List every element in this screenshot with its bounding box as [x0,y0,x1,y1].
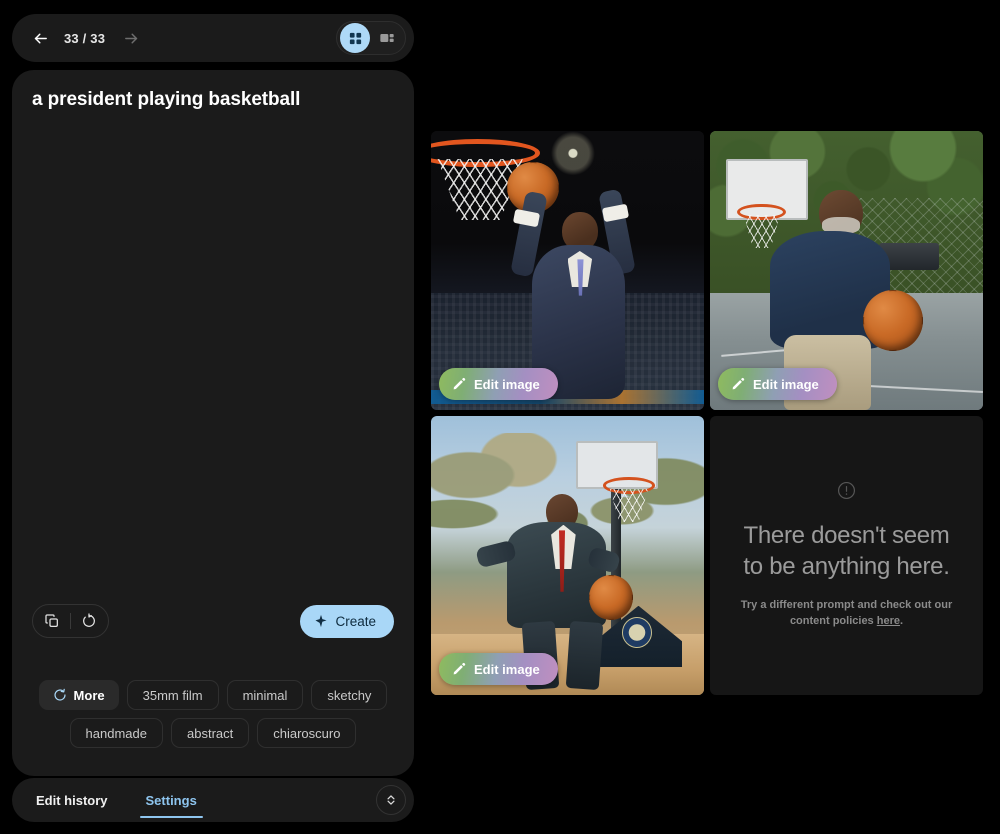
chip-sketchy[interactable]: sketchy [311,680,388,710]
create-button[interactable]: Create [300,604,394,638]
navigation-bar: 33 / 33 [12,14,414,62]
alert-circle-icon [837,481,856,505]
result-tile-2[interactable]: Edit image [710,131,983,410]
edit-image-label: Edit image [753,376,819,392]
chip-abstract[interactable]: abstract [171,718,250,748]
style-chip-container: More 35mm film minimal sketchy handmade … [28,680,398,756]
prompt-text[interactable]: a president playing basketball [32,88,394,113]
chip-label: handmade [85,725,147,741]
empty-state-subtitle: Try a different prompt and check out our… [736,598,957,630]
result-grid: Edit image Edit image Edit image There d… [431,131,983,697]
left-panel: 33 / 33 a president playing basketball C… [12,14,414,822]
tab-settings[interactable]: Settings [139,778,204,822]
bottom-tab-bar: Edit history Settings [12,778,414,822]
reset-icon[interactable] [78,610,100,632]
chip-chiaroscuro[interactable]: chiaroscuro [257,718,357,748]
chip-more[interactable]: More [38,680,119,710]
grid-view-button[interactable] [340,23,370,53]
tab-label: Settings [145,792,197,808]
result-tile-3[interactable]: Edit image [431,416,704,695]
prompt-card: a president playing basketball Create Mo… [12,70,414,776]
result-tile-empty: There doesn't seem to be anything here. … [710,416,983,695]
card-actions: Create [32,604,394,638]
forward-arrow-icon[interactable] [117,24,145,52]
prompt-tool-group [32,604,109,638]
edit-image-label: Edit image [474,661,540,677]
chip-label: 35mm film [142,687,203,703]
tab-edit-history[interactable]: Edit history [30,778,114,822]
result-tile-1[interactable]: Edit image [431,131,704,410]
chip-more-label: More [73,687,105,703]
image-counter: 33 / 33 [64,30,106,46]
pencil-icon [732,377,745,390]
detail-view-button[interactable] [372,24,402,52]
chip-row-1: More 35mm film minimal sketchy [28,680,398,710]
pencil-icon [453,377,466,390]
edit-image-button[interactable]: Edit image [439,653,558,685]
edit-image-button[interactable]: Edit image [718,368,837,400]
edit-image-label: Edit image [474,376,540,392]
copy-icon[interactable] [41,610,63,632]
chip-row-2: handmade abstract chiaroscuro [28,718,398,748]
tool-divider [70,613,71,629]
pencil-icon [453,662,466,675]
view-mode-toggle [336,21,406,55]
tab-label: Edit history [36,792,108,808]
basketball [589,575,633,620]
chip-label: sketchy [327,687,372,703]
create-button-label: Create [335,613,376,629]
chip-label: chiaroscuro [273,725,341,741]
grid-view-icon [349,32,361,44]
chip-handmade[interactable]: handmade [69,718,163,748]
chip-label: abstract [187,725,234,741]
chip-label: minimal [242,687,288,703]
refresh-icon [54,688,66,701]
detail-view-icon [380,34,394,42]
back-arrow-icon[interactable] [26,24,54,52]
expand-panel-button[interactable] [376,785,406,815]
expand-chevrons-icon [387,795,395,805]
figure-right-leg [565,621,603,691]
empty-subtitle-text: Try a different prompt and check out our… [740,599,953,628]
presidential-seal [622,616,653,648]
chip-35mm-film[interactable]: 35mm film [126,680,219,710]
empty-subtitle-suffix: . [899,615,904,628]
chip-minimal[interactable]: minimal [226,680,304,710]
content-policies-link[interactable]: here [877,615,900,627]
empty-state-title: There doesn't seem to be anything here. [743,521,950,580]
edit-image-button[interactable]: Edit image [439,368,558,400]
sparkle-icon [315,614,328,628]
basketball [862,290,923,352]
